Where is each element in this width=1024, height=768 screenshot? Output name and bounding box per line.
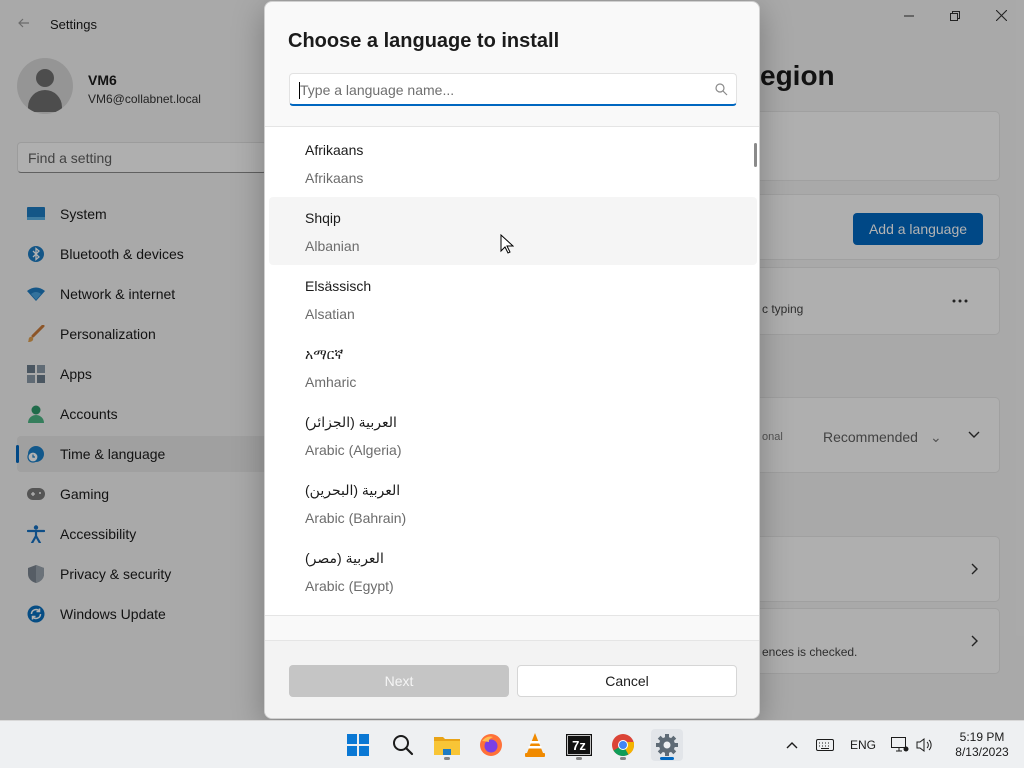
language-native-name: Afrikaans xyxy=(305,142,364,158)
vlc-icon xyxy=(525,733,545,757)
language-english-name: Arabic (Algeria) xyxy=(305,442,402,458)
taskbar: 7z ENG 5:19 PM 8/13/2023 xyxy=(0,720,1024,768)
volume-button[interactable] xyxy=(916,721,934,768)
7zip-label: 7z xyxy=(572,738,586,753)
list-item[interactable]: العربية (البحرين) Arabic (Bahrain) xyxy=(269,469,757,537)
speaker-icon xyxy=(916,738,932,752)
chrome-button[interactable] xyxy=(607,729,639,761)
chevron-up-icon xyxy=(786,742,798,749)
language-native-name: Elsässisch xyxy=(305,278,372,294)
language-native-name: العربية (مصر) xyxy=(305,550,384,566)
running-indicator xyxy=(576,757,582,760)
language-search-input[interactable] xyxy=(300,80,700,100)
language-english-name: Arabic (Egypt) xyxy=(305,578,394,594)
touch-keyboard-button[interactable] xyxy=(816,721,834,768)
7zip-icon: 7z xyxy=(566,734,592,756)
list-scrollbar-thumb[interactable] xyxy=(754,143,757,167)
cancel-button[interactable]: Cancel xyxy=(517,665,737,697)
list-item[interactable]: አማርኛ Amharic xyxy=(269,333,757,401)
list-item[interactable]: Afrikaans Afrikaans xyxy=(269,129,757,197)
settings-gear-icon xyxy=(656,734,678,756)
taskbar-search-button[interactable] xyxy=(387,729,419,761)
language-english-name: Albanian xyxy=(305,238,360,254)
file-explorer-icon xyxy=(434,737,460,755)
start-icon xyxy=(347,734,369,756)
list-item[interactable]: Shqip Albanian xyxy=(269,197,757,265)
keyboard-icon xyxy=(816,739,834,751)
search-icon xyxy=(715,83,728,96)
list-item[interactable]: العربية (الجزائر) Arabic (Algeria) xyxy=(269,401,757,469)
start-button[interactable] xyxy=(342,729,374,761)
running-indicator xyxy=(620,757,626,760)
clock-date: 8/13/2023 xyxy=(955,745,1009,759)
search-icon xyxy=(393,735,414,756)
file-explorer-button[interactable] xyxy=(431,729,463,761)
choose-language-dialog: Choose a language to install Afrikaans A… xyxy=(264,1,760,719)
language-english-name: Alsatian xyxy=(305,306,355,322)
running-indicator xyxy=(444,757,450,760)
input-language-indicator[interactable]: ENG xyxy=(850,721,876,768)
text-caret xyxy=(299,82,300,99)
show-hidden-icons-button[interactable] xyxy=(786,721,798,768)
mouse-pointer-icon xyxy=(500,234,514,254)
language-native-name: Shqip xyxy=(305,210,341,226)
next-button[interactable]: Next xyxy=(289,665,509,697)
language-english-name: Arabic (Bahrain) xyxy=(305,510,407,526)
language-english-name: Afrikaans xyxy=(305,170,364,186)
firefox-icon xyxy=(480,734,502,756)
language-english-name: Amharic xyxy=(305,374,357,390)
running-indicator xyxy=(660,757,674,760)
language-native-name: አማርኛ xyxy=(305,346,344,362)
vlc-button[interactable] xyxy=(519,729,551,761)
list-item[interactable]: Elsässisch Alsatian xyxy=(269,265,757,333)
chrome-icon xyxy=(612,734,634,756)
language-list[interactable]: Afrikaans Afrikaans Shqip Albanian Elsäs… xyxy=(265,126,759,616)
language-search-box[interactable] xyxy=(289,73,737,106)
settings-taskbar-button[interactable] xyxy=(651,729,683,761)
network-status-button[interactable] xyxy=(891,721,909,768)
clock-time: 5:19 PM xyxy=(959,730,1005,744)
dialog-title: Choose a language to install xyxy=(288,30,560,52)
language-native-name: العربية (البحرين) xyxy=(305,482,401,498)
language-native-name: العربية (الجزائر) xyxy=(305,414,397,430)
7zip-button[interactable]: 7z xyxy=(563,729,595,761)
list-item[interactable]: العربية (مصر) Arabic (Egypt) xyxy=(269,537,757,605)
clock[interactable]: 5:19 PM 8/13/2023 xyxy=(946,730,1018,760)
network-monitor-icon xyxy=(891,737,909,752)
firefox-button[interactable] xyxy=(475,729,507,761)
